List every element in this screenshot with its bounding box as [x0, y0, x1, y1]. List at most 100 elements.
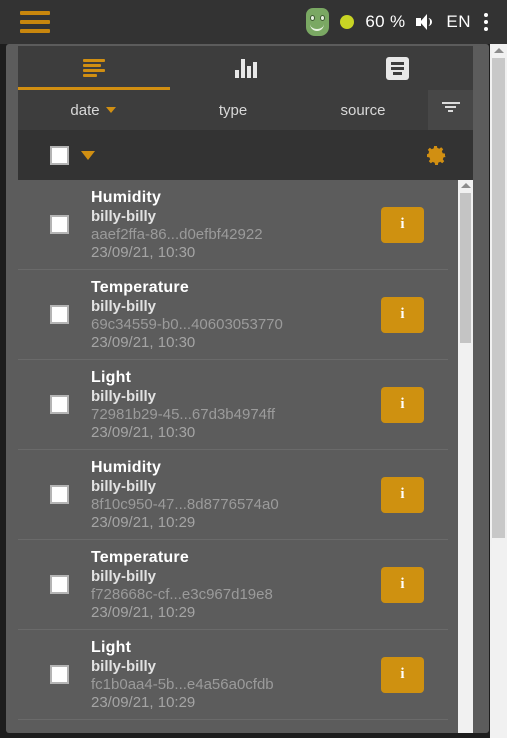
battery-percentage: 60 %	[365, 12, 406, 31]
row-info-button[interactable]: i	[381, 566, 424, 603]
funnel-line	[448, 110, 453, 112]
list-line	[82, 73, 97, 77]
row-checkbox[interactable]	[50, 215, 69, 234]
row-info-button[interactable]: i	[381, 296, 424, 333]
row-source: billy-billy	[91, 387, 157, 405]
article-line	[390, 66, 404, 70]
funnel-line	[441, 102, 460, 104]
article-icon	[385, 56, 409, 80]
row-source: billy-billy	[91, 297, 157, 315]
row-id: 69c34559-b0...40603053770	[91, 315, 283, 333]
row-date: 23/09/21, 10:29	[91, 513, 196, 531]
row-checkbox[interactable]	[50, 575, 69, 594]
chart-bar	[252, 62, 257, 78]
status-dot-icon	[340, 15, 355, 29]
avatar-eye-left-icon	[310, 15, 316, 21]
list-scrollbar[interactable]	[458, 180, 473, 733]
row-date: 23/09/21, 10:30	[91, 333, 196, 351]
column-label-type: type	[218, 101, 248, 119]
volume-icon[interactable]	[416, 13, 435, 31]
filter-button[interactable]	[428, 90, 473, 130]
row-id: f728668c-cf...e3c967d19e8	[91, 585, 273, 603]
tab-chart[interactable]	[170, 46, 322, 90]
row-type: Light	[91, 368, 132, 386]
avatar-eye-right-icon	[320, 15, 326, 21]
row-date: 23/09/21, 10:29	[91, 603, 196, 621]
top-bar-status-area: 60 % EN	[306, 8, 497, 36]
row-info-button[interactable]: i	[381, 476, 424, 513]
kebab-menu-icon[interactable]	[484, 13, 489, 31]
table-row[interactable]: Light billy-billy fc1b0aa4-5b...e4a56a0cfd…	[18, 630, 448, 720]
funnel-line	[445, 106, 456, 108]
row-text-block: Light billy-billy fc1b0aa4-5b...e4a56a0cfd…	[91, 639, 274, 711]
row-text-block: Light billy-billy 72981b29-45...67d3b4974f…	[91, 369, 275, 441]
hamburger-menu-icon[interactable]	[20, 11, 50, 33]
row-source: billy-billy	[91, 477, 157, 495]
row-text-block: Humidity billy-billy 8f10c950-47...8d87765…	[91, 459, 279, 531]
row-id: 72981b29-45...67d3b4974ff	[91, 405, 276, 423]
kebab-dot	[484, 20, 488, 24]
row-id: 8f10c950-47...8d8776574a0	[91, 495, 279, 513]
page-scroll-up-arrow-icon[interactable]	[494, 48, 504, 53]
list-scrollbar-thumb[interactable]	[460, 193, 471, 343]
list-line	[82, 68, 105, 72]
row-date: 23/09/21, 10:29	[91, 693, 196, 711]
kebab-dot	[484, 13, 488, 17]
row-checkbox[interactable]	[50, 305, 69, 324]
row-source: billy-billy	[91, 567, 157, 585]
row-info-button[interactable]: i	[381, 206, 424, 243]
table-row[interactable]: Temperature billy-billy f728668c-cf...e3c9…	[18, 540, 448, 630]
gear-icon[interactable]	[424, 143, 448, 167]
scroll-up-arrow-icon[interactable]	[461, 183, 471, 188]
list-line	[82, 58, 105, 62]
page-scrollbar[interactable]	[490, 44, 507, 738]
chart-bar	[246, 66, 251, 78]
app-window: 60 % EN date type source Humidity billy-…	[0, 0, 507, 738]
records-list-body: Humidity billy-billy aaef2ffa-86...d0efbf4…	[18, 180, 473, 720]
row-id: aaef2ffa-86...d0efbf42922	[91, 225, 263, 243]
row-text-block: Temperature billy-billy f728668c-cf...e3c9…	[91, 549, 273, 621]
volume-cone	[420, 14, 428, 30]
kebab-dot	[484, 27, 488, 31]
row-type: Light	[91, 638, 132, 656]
row-checkbox[interactable]	[50, 395, 69, 414]
selection-dropdown-icon[interactable]	[81, 150, 95, 160]
row-checkbox[interactable]	[50, 665, 69, 684]
hamburger-bar	[20, 29, 50, 33]
language-indicator[interactable]: EN	[446, 12, 471, 32]
green-face-avatar-icon[interactable]	[306, 8, 330, 36]
column-header-type[interactable]: type	[168, 90, 298, 130]
table-row[interactable]: Humidity billy-billy 8f10c950-47...8d87765…	[18, 450, 448, 540]
volume-wave	[428, 18, 433, 26]
avatar-mouth-icon	[310, 24, 325, 31]
row-type: Humidity	[91, 458, 162, 476]
article-line	[390, 61, 404, 65]
select-all-checkbox[interactable]	[50, 145, 69, 165]
records-list[interactable]: Humidity billy-billy aaef2ffa-86...d0efbf4…	[18, 180, 473, 733]
row-source: billy-billy	[91, 657, 157, 675]
column-header-source[interactable]: source	[298, 90, 428, 130]
column-header-date[interactable]: date	[18, 90, 168, 130]
page-scrollbar-thumb[interactable]	[492, 58, 505, 538]
row-info-button[interactable]: i	[381, 386, 424, 423]
system-top-bar: 60 % EN	[0, 0, 507, 44]
row-checkbox[interactable]	[50, 485, 69, 504]
column-label-date: date	[70, 101, 100, 119]
table-row[interactable]: Light billy-billy 72981b29-45...67d3b4974f…	[18, 360, 448, 450]
row-type: Temperature	[91, 278, 189, 296]
selection-toolbar	[18, 130, 473, 180]
table-row[interactable]: Humidity billy-billy aaef2ffa-86...d0efbf4…	[18, 180, 448, 270]
row-id: fc1b0aa4-5b...e4a56a0cfdb	[91, 675, 274, 693]
chart-bar	[240, 59, 245, 78]
tab-article[interactable]	[321, 46, 473, 90]
app-frame: date type source Humidity billy-billy aa…	[6, 44, 489, 733]
column-label-source: source	[340, 101, 386, 119]
row-source: billy-billy	[91, 207, 157, 225]
tab-list[interactable]	[18, 46, 170, 90]
row-info-button[interactable]: i	[381, 656, 424, 693]
table-row[interactable]: Temperature billy-billy 69c34559-b0...4060…	[18, 270, 448, 360]
list-line	[82, 63, 101, 67]
bar-chart-icon	[234, 58, 257, 78]
article-line	[392, 71, 402, 75]
list-icon	[82, 58, 105, 78]
